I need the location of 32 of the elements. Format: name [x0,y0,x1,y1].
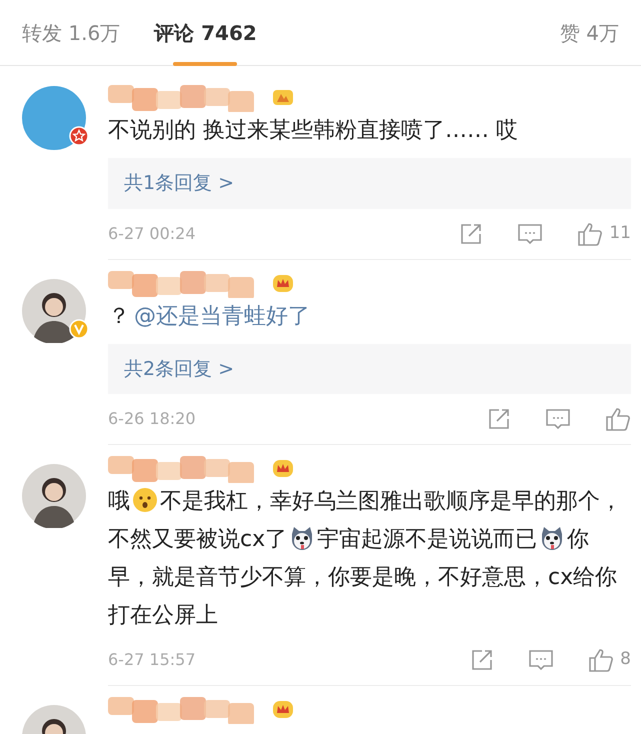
replies-link[interactable]: 共2条回复 > [108,344,631,394]
comment-text: 不说别的 换过来某些韩粉直接喷了…… 哎 [108,117,519,145]
avatar[interactable] [22,278,86,342]
medal-icon [272,87,294,107]
share-icon[interactable] [487,407,511,431]
like-count: 8 [620,648,631,672]
crown-icon [272,458,294,478]
timestamp: 6-26 18:20 [108,408,196,430]
comment-text: ？ @还是当青蛙好了 [108,302,311,330]
verified-badge-icon [69,318,89,338]
like-count: 11 [609,222,631,245]
star-badge-icon [69,126,89,146]
like-icon[interactable] [577,220,604,246]
avatar[interactable] [22,464,86,528]
like-icon[interactable] [605,406,631,432]
tab[interactable]: 评论 7462 [154,0,257,66]
tab[interactable]: 转发 1.6万 [22,0,120,66]
replies-link[interactable]: 共1条回复 > [108,158,631,208]
like-icon[interactable] [588,647,614,673]
share-icon[interactable] [470,648,494,672]
crown-icon [272,699,294,719]
surprised-face-icon [132,487,158,513]
share-icon[interactable] [459,222,484,246]
comment-icon[interactable] [545,407,571,431]
timestamp: 6-27 00:24 [108,222,196,244]
crown-icon [272,272,294,292]
mention-link[interactable]: @还是当青蛙好了 [134,304,310,328]
tab[interactable]: 赞 4万 [560,0,619,66]
comment-icon[interactable] [528,648,554,672]
timestamp: 6-27 15:57 [108,649,196,671]
comment-text: 哦 不是我杠，幸好乌兰图雅出歌顺序是早的那个，不然又要被说cx了 宇宙起源不是说说而已 你早，就是音节少不算，你要是晚，不好意思，cx给你打在公屏上 [108,486,623,630]
comment-icon[interactable] [517,222,544,246]
